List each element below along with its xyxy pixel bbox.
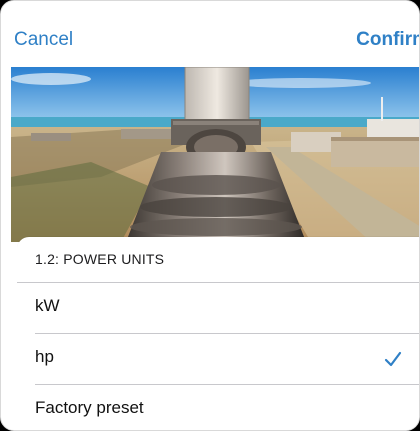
checkmark-icon [383, 349, 403, 369]
option-factory-preset[interactable]: Factory preset [17, 385, 419, 430]
confirm-button[interactable]: Confirm [356, 29, 419, 51]
header-photo [11, 67, 419, 242]
cancel-button[interactable]: Cancel [14, 29, 73, 51]
option-kw[interactable]: kW [17, 283, 419, 333]
sheet-title: 1.2: POWER UNITS [35, 251, 165, 267]
option-label: hp [35, 347, 54, 366]
option-label: kW [35, 296, 60, 315]
power-units-sheet: 1.2: POWER UNITS kW hp Factory preset [17, 237, 419, 430]
option-hp[interactable]: hp [17, 334, 419, 384]
nav-bar: Cancel Confirm [1, 1, 419, 67]
option-label: Factory preset [35, 398, 144, 417]
dialog-frame: Cancel Confirm [0, 0, 420, 431]
